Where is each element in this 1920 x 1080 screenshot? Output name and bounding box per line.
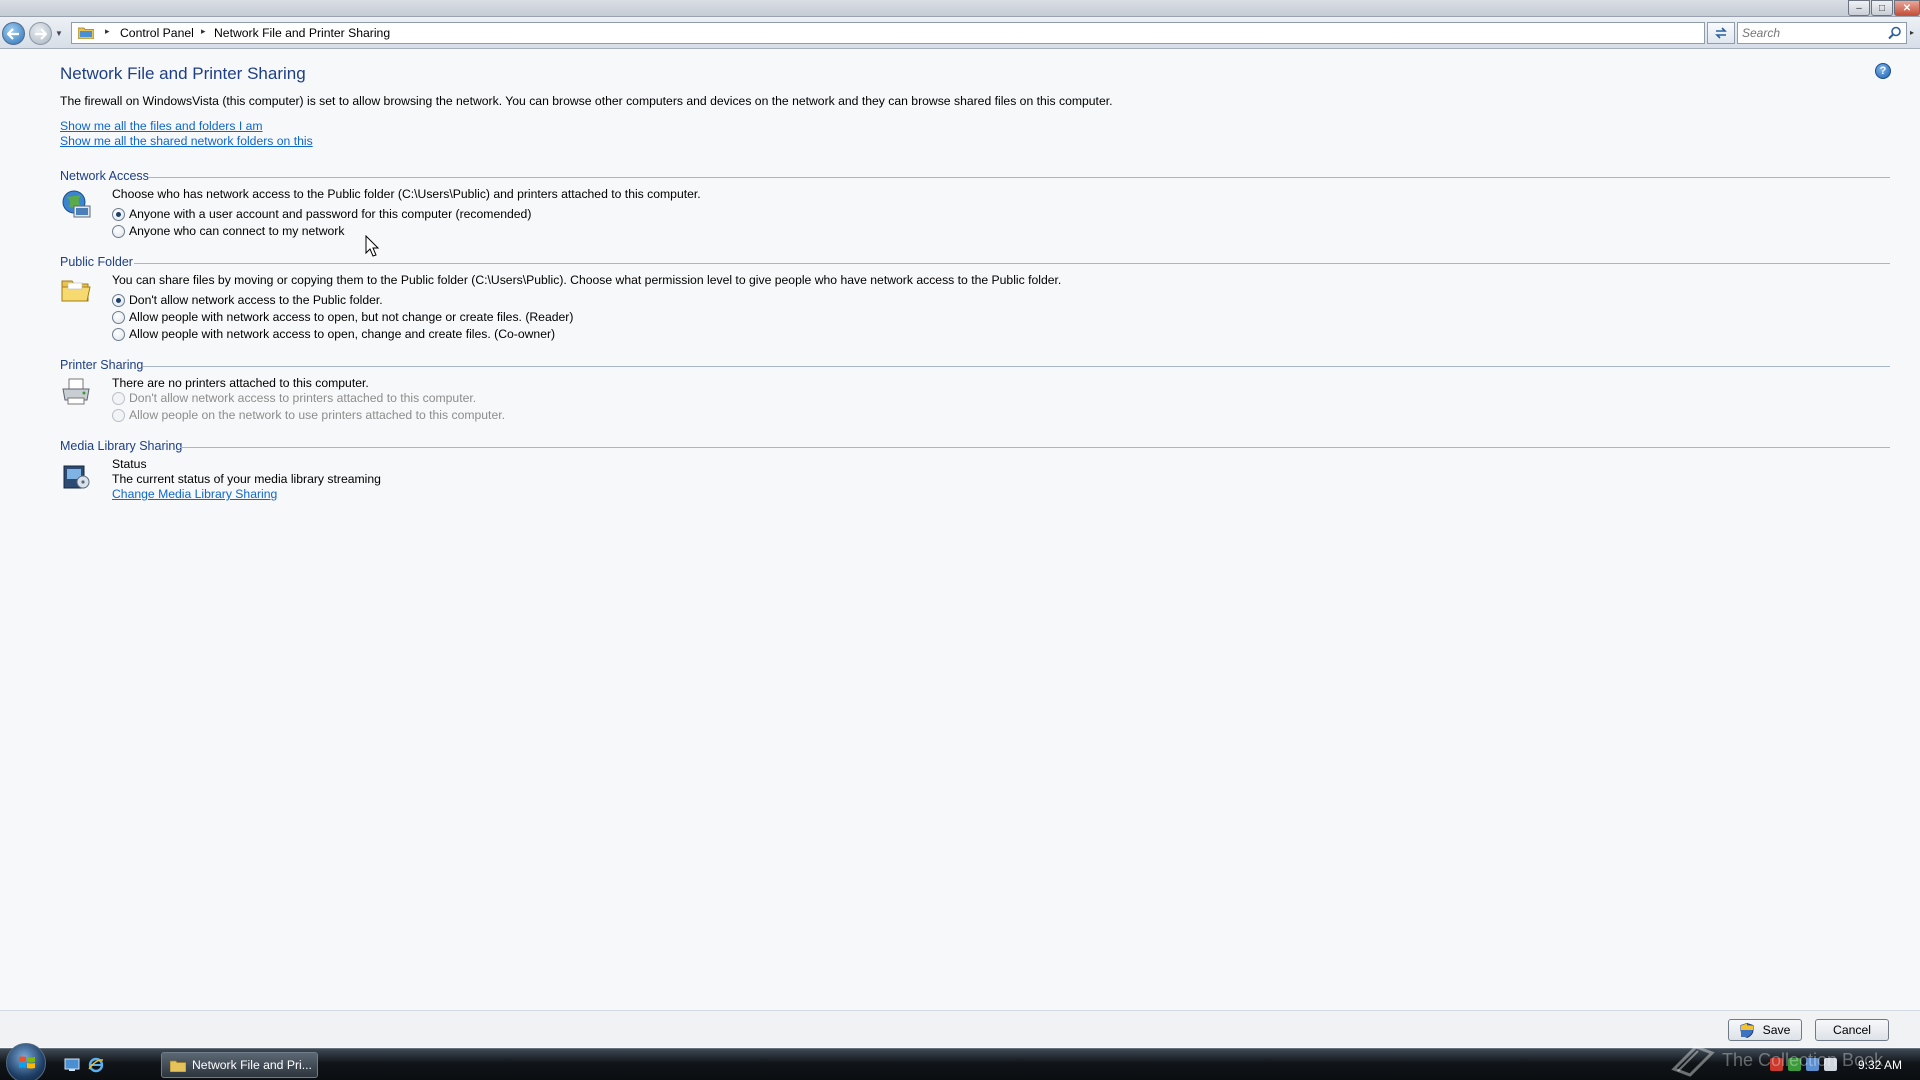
printer-sharing-heading-label: Printer Sharing: [60, 358, 144, 372]
section-divider: [134, 263, 1890, 264]
public-folder-heading: Public Folder: [60, 255, 139, 269]
media-status-label: Status: [112, 457, 147, 471]
media-library-icon: [63, 465, 90, 489]
public-folder-icon: [61, 280, 91, 302]
breadcrumb-separator-icon[interactable]: ▸: [201, 26, 206, 37]
network-access-option-anyone[interactable]: Anyone who can connect to my network: [112, 224, 344, 238]
folder-icon: [170, 1060, 186, 1072]
show-desktop-icon[interactable]: [64, 1057, 80, 1073]
book-logo-icon: [1671, 1045, 1715, 1077]
printer-icon: [62, 378, 90, 405]
cancel-button[interactable]: Cancel: [1815, 1019, 1889, 1041]
public-folder-description: You can share files by moving or copying…: [112, 273, 1062, 287]
forward-button[interactable]: [29, 22, 52, 45]
public-folder-option-no-access[interactable]: Don't allow network access to the Public…: [112, 293, 383, 307]
option-label: Don't allow network access to printers a…: [129, 391, 477, 405]
taskbar: Network File and Pri... 9:32 AM: [0, 1043, 1920, 1080]
option-label: Don't allow network access to the Public…: [129, 293, 383, 307]
minimize-button[interactable]: –: [1848, 0, 1870, 16]
search-icon[interactable]: [1888, 26, 1902, 40]
radio-button[interactable]: [112, 293, 125, 307]
save-button-label: Save: [1762, 1023, 1791, 1037]
control-panel-icon: [78, 27, 94, 39]
printer-sharing-option-allow: Allow people on the network to use print…: [112, 408, 505, 422]
close-button[interactable]: ✕: [1894, 0, 1920, 16]
command-bar: Save Cancel: [0, 1010, 1920, 1047]
refresh-icon: [1715, 27, 1727, 39]
breadcrumb-separator-icon[interactable]: ▸: [105, 26, 110, 37]
network-access-description: Choose who has network access to the Pub…: [112, 187, 701, 201]
chevron-right-icon[interactable]: ▸: [1910, 28, 1914, 37]
windows-logo-icon: [19, 1056, 35, 1069]
watermark-text: The Collection Book: [1722, 1049, 1884, 1070]
taskbar-window-label: Network File and Pri...: [192, 1058, 312, 1072]
radio-button: [112, 408, 125, 422]
intro-text: The firewall on WindowsVista (this compu…: [60, 94, 1113, 108]
media-library-heading-label: Media Library Sharing: [60, 439, 183, 453]
option-label: Allow people on the network to use print…: [129, 408, 505, 422]
breadcrumb-current-page[interactable]: Network File and Printer Sharing: [214, 26, 390, 40]
start-button[interactable]: [6, 1043, 46, 1080]
option-label: Allow people with network access to open…: [129, 327, 556, 341]
maximize-button[interactable]: □: [1871, 0, 1893, 16]
internet-explorer-icon[interactable]: [88, 1057, 104, 1073]
back-button[interactable]: [2, 22, 25, 45]
network-access-option-authenticated[interactable]: Anyone with a user account and password …: [112, 207, 531, 221]
navigation-bar: ▼ ▸ Control Panel ▸ Network File and Pri…: [0, 17, 1920, 49]
change-media-sharing-link[interactable]: Change Media Library Sharing: [112, 487, 277, 501]
radio-button[interactable]: [112, 207, 125, 221]
media-status-text: The current status of your media library…: [112, 472, 381, 486]
save-button[interactable]: Save: [1728, 1019, 1802, 1041]
option-label: Anyone with a user account and password …: [129, 207, 532, 221]
mouse-cursor-icon: [365, 235, 380, 257]
search-box[interactable]: [1737, 22, 1907, 44]
printer-sharing-heading: Printer Sharing: [60, 358, 149, 372]
network-access-heading-label: Network Access: [60, 169, 149, 183]
public-folder-option-reader[interactable]: Allow people with network access to open…: [112, 310, 573, 324]
show-shared-folders-link[interactable]: Show me all the shared network folders o…: [60, 134, 313, 148]
option-label: Anyone who can connect to my network: [129, 224, 345, 238]
section-divider: [148, 177, 1890, 178]
media-library-heading: Media Library Sharing: [60, 439, 188, 453]
search-input[interactable]: [1742, 25, 1882, 41]
taskbar-window-button[interactable]: Network File and Pri...: [161, 1052, 318, 1078]
uac-shield-icon: [1740, 1022, 1754, 1038]
radio-button: [112, 391, 125, 405]
help-icon[interactable]: ?: [1875, 63, 1891, 79]
breadcrumb-control-panel[interactable]: Control Panel: [120, 26, 194, 40]
refresh-button[interactable]: [1707, 22, 1735, 44]
recent-pages-dropdown-icon[interactable]: ▼: [55, 29, 63, 38]
section-divider: [143, 366, 1890, 367]
section-divider: [180, 447, 1890, 448]
watermark: The Collection Book: [1670, 1040, 1920, 1080]
back-arrow-icon: [7, 27, 19, 40]
address-bar[interactable]: ▸ Control Panel ▸ Network File and Print…: [71, 22, 1705, 44]
window-title-bar: – □ ✕: [0, 0, 1920, 17]
printer-sharing-option-no-access: Don't allow network access to printers a…: [112, 391, 476, 405]
public-folder-heading-label: Public Folder: [60, 255, 133, 269]
cancel-button-label: Cancel: [1833, 1023, 1871, 1037]
public-folder-option-co-owner[interactable]: Allow people with network access to open…: [112, 327, 555, 341]
radio-button[interactable]: [112, 224, 125, 238]
radio-button[interactable]: [112, 327, 125, 341]
network-globe-icon: [62, 190, 91, 218]
show-my-files-link[interactable]: Show me all the files and folders I am: [60, 119, 263, 133]
forward-arrow-icon: [35, 27, 47, 40]
radio-button[interactable]: [112, 310, 125, 324]
page-title: Network File and Printer Sharing: [60, 64, 306, 83]
option-label: Allow people with network access to open…: [129, 310, 574, 324]
printer-sharing-description: There are no printers attached to this c…: [112, 376, 369, 390]
window-controls: – □ ✕: [1847, 0, 1920, 16]
network-access-heading: Network Access: [60, 169, 155, 183]
